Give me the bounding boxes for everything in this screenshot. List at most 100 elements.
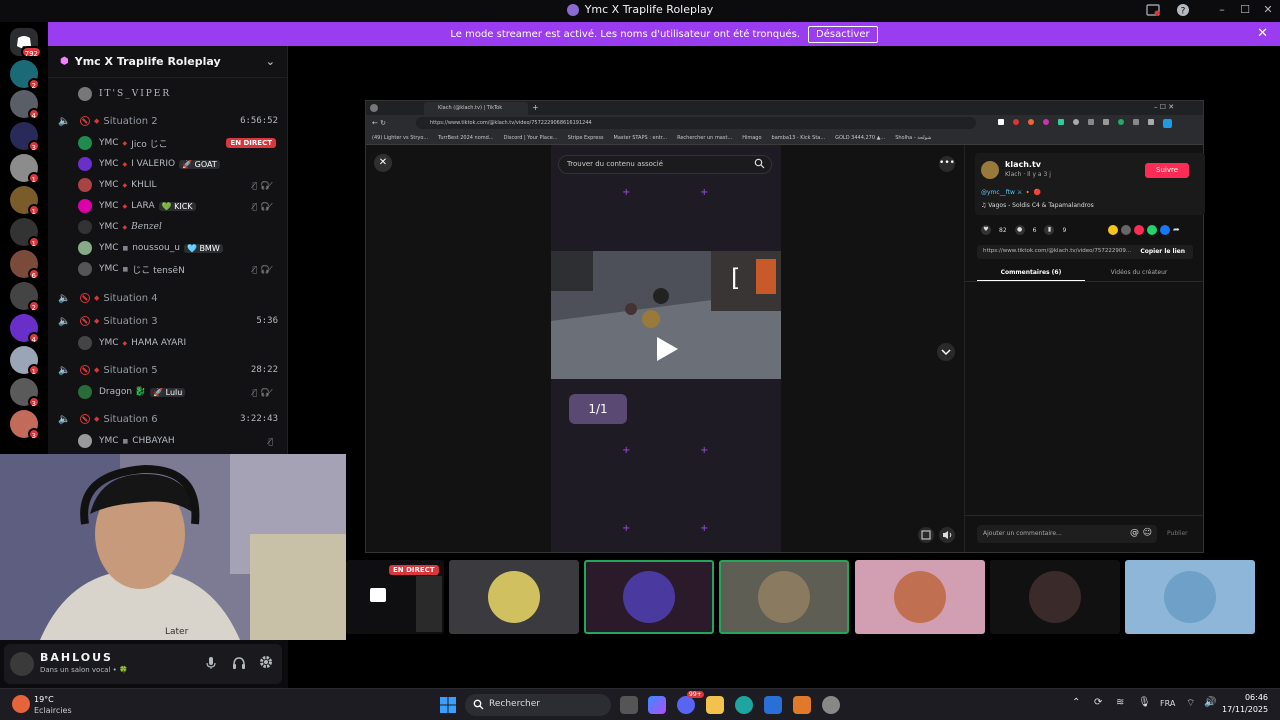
server-icon-6[interactable]: 1 xyxy=(10,218,40,248)
server-icon-2[interactable]: 4 xyxy=(10,90,40,120)
video-link-field[interactable]: https://www.tiktok.com/@klach.tv/video/7… xyxy=(977,245,1193,259)
comment-input[interactable]: Ajouter un commentaire... @ ☺ xyxy=(977,525,1157,543)
chrome-icon[interactable] xyxy=(822,696,840,714)
weather-icon[interactable] xyxy=(12,695,30,713)
tray-mic-icon[interactable]: 🎙 xyxy=(1138,697,1151,708)
user-row[interactable]: YMC ◆ Benzel xyxy=(78,217,287,237)
comment-icon[interactable]: ● xyxy=(1014,225,1025,235)
profile-icon[interactable] xyxy=(370,104,378,112)
user-row[interactable]: YMC ◆ Jico じこ EN DIRECT xyxy=(78,133,287,153)
close-window-icon[interactable]: ✕ xyxy=(1260,3,1276,19)
nav-arrows-icon[interactable]: ← ↻ xyxy=(372,119,386,127)
search-icon[interactable] xyxy=(754,158,765,169)
stream-thumb-5[interactable] xyxy=(855,560,985,634)
user-row[interactable]: YMC ■ noussou_u 🩵 BMW xyxy=(78,238,287,258)
user-row[interactable]: YMC ◆ LARA 💚 KICK 🎙̸🎧̸ xyxy=(78,196,287,216)
bookmark-item[interactable]: Rechercher un mast... xyxy=(677,135,732,141)
voice-channel-situation-4[interactable]: 🔈 ◆ Situation 4 xyxy=(48,288,287,308)
bookmark-item[interactable]: Himago xyxy=(742,135,761,141)
bookmark-item[interactable]: Stripe Express xyxy=(568,135,604,141)
server-icon-5[interactable]: 1 xyxy=(10,186,40,216)
tray-chevron-icon[interactable]: ⌃ xyxy=(1072,697,1080,708)
server-header[interactable]: ⬢ Ymc X Traplife Roleplay ⌄ xyxy=(48,46,287,78)
more-options-icon[interactable]: ••• xyxy=(939,156,955,172)
server-icon-10[interactable]: 1 xyxy=(10,346,40,376)
gear-icon[interactable] xyxy=(259,655,273,669)
inbox-icon[interactable] xyxy=(1146,3,1162,19)
stream-thumb-6[interactable] xyxy=(990,560,1120,634)
user-row[interactable]: YMC ◆ I VALERIO 🚀 GOAT xyxy=(78,154,287,174)
music-info[interactable]: ♫ Vagos - Soldis C4 & Tapamalandros xyxy=(981,202,1094,209)
share-icons[interactable]: ➦ xyxy=(1108,225,1183,235)
minimize-icon[interactable]: – xyxy=(1214,3,1230,19)
server-icon-8[interactable]: 2 xyxy=(10,282,40,312)
volume-icon[interactable] xyxy=(939,527,955,543)
file-explorer-icon[interactable] xyxy=(706,696,724,714)
voice-channel-situation-6[interactable]: 🔈 ◆ Situation 6 3:22:43 xyxy=(48,409,287,429)
server-icon-12[interactable]: 3 xyxy=(10,410,40,440)
server-icon-11[interactable]: 3 xyxy=(10,378,40,408)
voice-channel-situation-3[interactable]: 🔈 ◆ Situation 3 5:36 xyxy=(48,311,287,331)
bookmark-item[interactable]: TurrBest 2024 nomd... xyxy=(438,135,494,141)
stream-thumb-4[interactable] xyxy=(719,560,849,634)
tray-language[interactable]: FRA xyxy=(1160,699,1175,708)
edge-icon[interactable] xyxy=(735,696,753,714)
headphones-icon[interactable] xyxy=(232,656,246,670)
task-view-icon[interactable] xyxy=(620,696,638,714)
server-icon-4[interactable]: 1 xyxy=(10,154,40,184)
new-tab-icon[interactable]: + xyxy=(532,103,539,112)
app-icon[interactable] xyxy=(793,696,811,714)
tray-network-icon[interactable]: ≋ xyxy=(1116,697,1124,708)
bookmark-item[interactable]: (49) Lighter vs Stryo... xyxy=(372,135,428,141)
window-controls[interactable]: – ☐ ✕ xyxy=(1154,103,1174,111)
pip-icon[interactable] xyxy=(918,527,934,543)
server-icon-1[interactable]: 2 xyxy=(10,60,40,90)
tray-sync-icon[interactable]: ⟳ xyxy=(1094,697,1102,708)
emoji-icon[interactable]: ☺ xyxy=(1143,528,1152,538)
copy-link-button[interactable]: Copier le lien xyxy=(1140,248,1185,255)
close-banner-icon[interactable]: ✕ xyxy=(1257,26,1268,41)
store-icon[interactable] xyxy=(764,696,782,714)
stream-thumb-3[interactable] xyxy=(584,560,714,634)
bookmark-item[interactable]: Master STAPS : entr... xyxy=(614,135,668,141)
user-row[interactable]: YMC ■ CHBAYAH 🎙̸ xyxy=(78,431,287,451)
bookmark-item[interactable]: GOLD 3444,270 ▲... xyxy=(835,135,885,141)
voice-channel-situation-2[interactable]: 🔈 ◆ Situation 2 6:56:52 xyxy=(48,111,287,131)
heart-icon[interactable]: ♥ xyxy=(981,225,991,235)
bookmark-item[interactable]: Sholha - شولحة xyxy=(895,135,931,141)
bookmark-icon[interactable]: ▮ xyxy=(1044,225,1055,235)
voice-channel-situation-5[interactable]: 🔈 ◆ Situation 5 28:22 xyxy=(48,360,287,380)
server-icon-3[interactable]: 3 xyxy=(10,122,40,152)
clock-time[interactable]: 06:46 xyxy=(1224,693,1268,702)
disable-streamer-button[interactable]: Désactiver xyxy=(808,25,878,43)
play-icon[interactable] xyxy=(654,335,680,363)
video-player[interactable]: [ xyxy=(551,251,781,379)
avatar[interactable] xyxy=(10,652,34,676)
server-icon-9[interactable]: 4 xyxy=(10,314,40,344)
close-icon[interactable]: ✕ xyxy=(374,154,392,172)
discord-icon[interactable]: 99+ xyxy=(677,691,704,714)
publish-button[interactable]: Publier xyxy=(1167,530,1188,537)
avatar[interactable] xyxy=(981,161,999,179)
mention-icon[interactable]: @ xyxy=(1130,528,1139,538)
bookmark-item[interactable]: bamba13 - Kick Sta... xyxy=(772,135,826,141)
help-icon[interactable]: ? xyxy=(1176,3,1192,19)
clock-date[interactable]: 17/11/2025 xyxy=(1222,705,1268,714)
bookmark-item[interactable]: Discord | Your Place... xyxy=(504,135,558,141)
stream-thumb-2[interactable] xyxy=(449,560,579,634)
maximize-icon[interactable]: ☐ xyxy=(1237,3,1253,19)
user-row[interactable]: IT'S_VIPER xyxy=(78,84,287,104)
server-icon-7[interactable]: 6 xyxy=(10,250,40,280)
user-row[interactable]: YMC ◆ HAMA AYARI xyxy=(78,333,287,353)
tab-comments[interactable]: Commentaires (6) xyxy=(977,267,1085,281)
stream-thumb-7[interactable] xyxy=(1125,560,1255,634)
extension-icons[interactable] xyxy=(998,119,1172,128)
tray-volume-icon[interactable]: 🔊 xyxy=(1204,697,1216,708)
user-row[interactable]: YMC ◆ KHLIL 🎙̸🎧̸ xyxy=(78,175,287,195)
browser-tab-active[interactable]: Klach (@klach.tv) | TikTok xyxy=(424,102,528,115)
tab-creator-videos[interactable]: Vidéos du créateur xyxy=(1085,267,1193,281)
home-discord-icon[interactable]: 792 xyxy=(10,28,42,58)
stream-thumb-1[interactable]: EN DIRECT xyxy=(346,560,444,634)
tray-wifi-icon[interactable]: ⌔ xyxy=(1186,697,1195,710)
shared-browser-window[interactable]: Klach (@klach.tv) | TikTok + – ☐ ✕ ← ↻ h… xyxy=(365,100,1205,553)
